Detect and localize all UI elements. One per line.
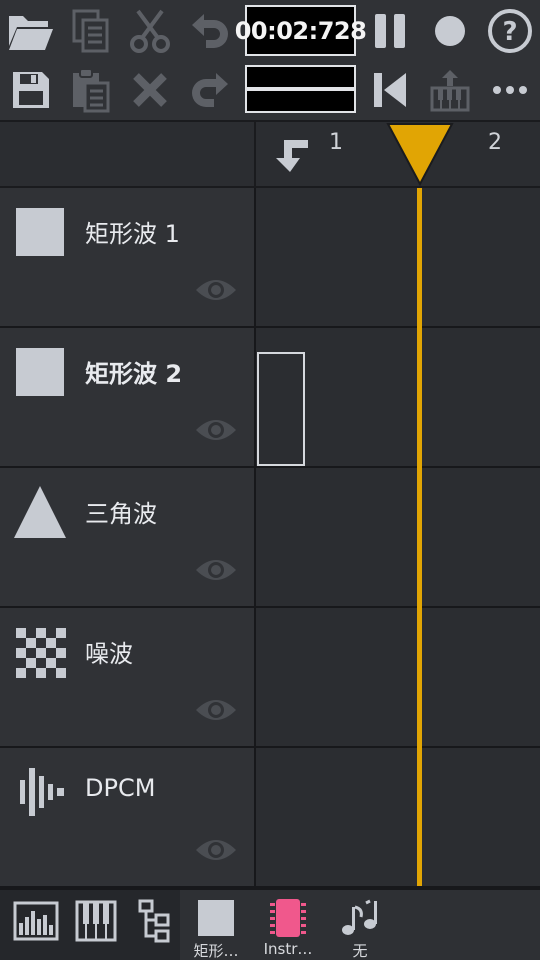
eye-icon[interactable] [194,416,238,444]
more-button[interactable] [482,62,538,118]
instrument-tab-label: Instr… [263,940,313,958]
copy-icon [72,9,109,53]
pause-icon [375,14,405,48]
delete-button[interactable] [122,62,178,118]
pattern-cell[interactable] [256,188,540,326]
pattern-cell[interactable] [256,468,540,606]
bottom-bar: 矩形… Instr… 无 [0,888,540,960]
channel-header[interactable]: 三角波 [0,468,254,606]
playhead-line[interactable] [417,188,422,886]
svg-text:?: ? [502,17,517,47]
delete-icon [133,73,167,107]
redo-button[interactable] [182,62,238,118]
cut-icon [130,9,170,53]
bar-number-2: 2 [488,130,502,155]
toolbar: 00:02:728 ? [0,0,540,120]
channel-header[interactable]: 噪波 [0,608,254,746]
instrument-chip-icon [258,896,318,940]
piano-icon [75,900,117,942]
instrument-export-button[interactable] [422,62,478,118]
channel-row: 矩形波 1 [0,188,540,328]
save-icon [13,72,49,108]
arpeggio-tab-label: 无 [352,942,368,960]
channel-header[interactable]: DPCM [0,748,254,886]
paste-button[interactable] [62,62,118,118]
tree-icon [138,899,170,943]
channel-row: 噪波 [0,608,540,748]
playhead-marker[interactable] [386,122,454,190]
header-divider [254,122,256,186]
open-icon [9,16,53,50]
channel-name: 矩形波 1 [85,220,180,248]
instrument-export-icon [430,70,470,112]
bar-number-1: 1 [329,130,343,155]
save-button[interactable] [3,62,59,118]
eye-icon[interactable] [194,696,238,724]
rewind-icon [374,73,406,107]
channel-list: 矩形波 1 矩形波 2 三角波 噪波 DPCM [0,188,540,888]
paste-icon [73,68,110,113]
channel-header[interactable]: 矩形波 1 [0,188,254,326]
sequencer-icon [13,901,59,941]
status-box-top [245,65,356,89]
open-file-button[interactable] [3,3,59,59]
project-explorer-button[interactable] [128,896,180,946]
record-icon [435,16,465,46]
redo-icon [192,73,228,107]
selection-cursor [257,352,305,466]
eye-icon[interactable] [194,556,238,584]
down-arrow-icon [276,140,308,172]
channel-name: 噪波 [85,640,133,668]
follow-button[interactable] [270,132,314,180]
pattern-cell[interactable] [256,608,540,746]
channel-tab-label: 矩形… [193,942,239,960]
instrument-tab[interactable]: Instr… [258,896,318,960]
square-wave-icon [12,204,68,260]
undo-icon [192,14,228,48]
channel-name: 三角波 [85,500,157,528]
arpeggio-tab[interactable]: 无 [330,896,390,960]
square-wave-icon [186,896,246,940]
timeline-header: 1 2 [0,120,540,188]
channel-row: DPCM [0,748,540,888]
triangle-wave-icon [12,484,68,540]
channel-row: 三角波 [0,468,540,608]
pause-button[interactable] [362,3,418,59]
more-icon [493,86,527,94]
help-icon: ? [488,9,532,53]
noise-icon [12,624,68,680]
square-wave-icon [12,344,68,400]
eye-icon[interactable] [194,836,238,864]
channel-tab[interactable]: 矩形… [186,896,246,960]
channel-header[interactable]: 矩形波 2 [0,328,254,466]
help-button[interactable]: ? [482,3,538,59]
dpcm-icon [12,764,68,820]
pattern-cell[interactable] [256,328,540,466]
cut-button[interactable] [122,3,178,59]
undo-button[interactable] [182,3,238,59]
piano-roll-button[interactable] [70,896,122,946]
channel-row: 矩形波 2 [0,328,540,468]
music-notes-icon [330,896,390,940]
pattern-cell[interactable] [256,748,540,886]
time-display: 00:02:728 [235,5,367,56]
channel-name: DPCM [85,774,156,802]
channel-name: 矩形波 2 [85,360,183,388]
copy-button[interactable] [62,3,118,59]
record-button[interactable] [422,3,478,59]
rewind-button[interactable] [362,62,418,118]
status-box-bottom [245,89,356,113]
sequencer-view-button[interactable] [10,896,62,946]
eye-icon[interactable] [194,276,238,304]
header-spacer [0,122,254,186]
